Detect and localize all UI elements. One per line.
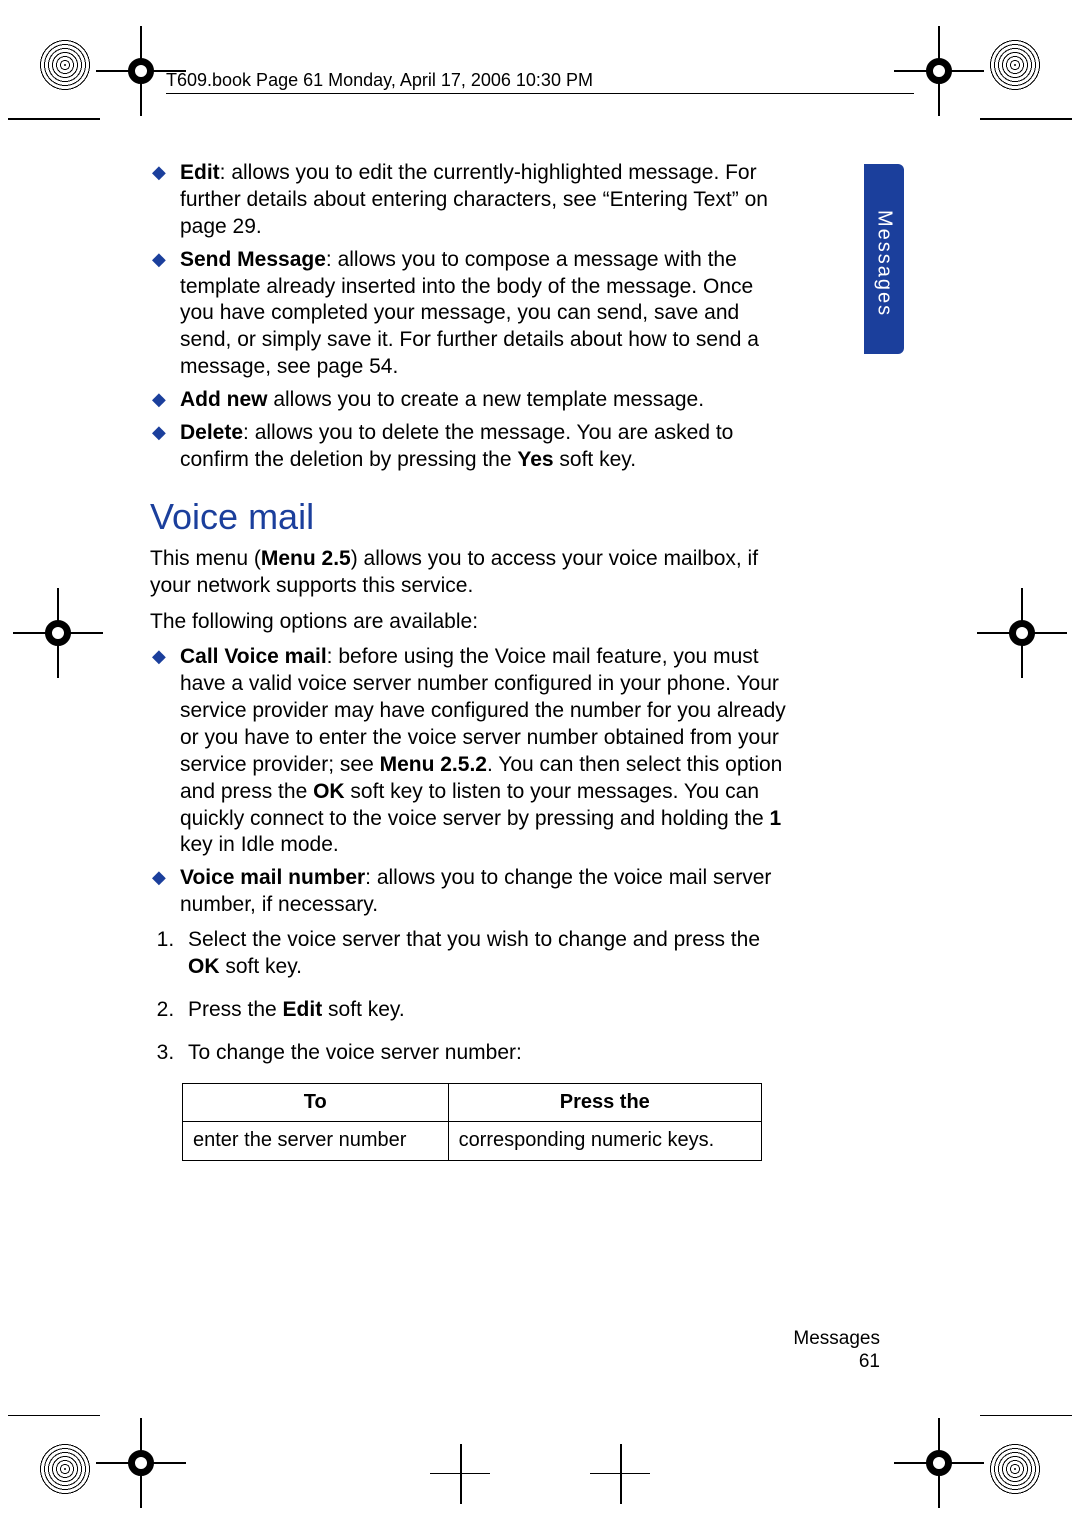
registration-swirl-icon [38, 1442, 92, 1496]
procedure-steps: Select the voice server that you wish to… [150, 927, 790, 1067]
step-item: To change the voice server number: [180, 1040, 790, 1067]
page-body: Edit: allows you to edit the currently-h… [150, 160, 790, 1161]
registration-mark-icon [926, 58, 952, 84]
instruction-table: To Press the enter the server number cor… [182, 1083, 762, 1161]
registration-mark-icon [1009, 620, 1035, 646]
softkey-name: Yes [517, 448, 553, 471]
menu-ref: Menu 2.5 [261, 547, 351, 570]
registration-mark-icon [128, 58, 154, 84]
list-item: Edit: allows you to edit the currently-h… [150, 160, 790, 241]
option-label: Call Voice mail [180, 645, 327, 668]
option-text: soft key. [554, 448, 636, 471]
option-text: : allows you to edit the currently-highl… [180, 161, 768, 238]
section-intro: This menu (Menu 2.5) allows you to acces… [150, 546, 790, 600]
voicemail-options-list: Call Voice mail: before using the Voice … [150, 644, 790, 919]
softkey-name: OK [188, 955, 220, 978]
option-label: Edit [180, 161, 220, 184]
softkey-name: Edit [283, 998, 323, 1021]
step-text: soft key. [220, 955, 302, 978]
step-item: Select the voice server that you wish to… [180, 927, 790, 981]
registration-swirl-icon [988, 38, 1042, 92]
softkey-name: OK [313, 780, 345, 803]
option-label: Add new [180, 388, 268, 411]
option-text: : allows you to delete the message. You … [180, 421, 733, 471]
crop-line [980, 118, 1072, 120]
table-cell: enter the server number [183, 1122, 449, 1161]
step-text: Select the voice server that you wish to… [188, 928, 760, 951]
crop-line [8, 118, 100, 120]
section-tab: Messages [864, 164, 904, 354]
section-tab-label: Messages [873, 210, 896, 317]
option-label: Voice mail number [180, 866, 365, 889]
registration-swirl-icon [38, 38, 92, 92]
registration-mark-icon [926, 1450, 952, 1476]
crop-line [8, 1415, 100, 1417]
registration-swirl-icon [988, 1442, 1042, 1496]
crop-line [980, 1415, 1072, 1417]
options-intro: The following options are available: [150, 609, 790, 636]
option-label: Delete [180, 421, 243, 444]
table-header-cell: Press the [448, 1083, 761, 1122]
step-text: soft key. [322, 998, 404, 1021]
page-number: 61 [793, 1351, 880, 1374]
table-row: enter the server number corresponding nu… [183, 1122, 762, 1161]
option-label: Send Message [180, 248, 326, 271]
list-item: Add new allows you to create a new templ… [150, 387, 790, 414]
table-header-row: To Press the [183, 1083, 762, 1122]
crop-line [620, 1444, 622, 1504]
menu-ref: Menu 2.5.2 [380, 753, 487, 776]
list-item: Delete: allows you to delete the message… [150, 420, 790, 474]
section-heading: Voice mail [150, 494, 790, 540]
registration-mark-icon [128, 1450, 154, 1476]
option-text: key in Idle mode. [180, 833, 339, 856]
table-header-cell: To [183, 1083, 449, 1122]
crop-line [460, 1444, 462, 1504]
option-text: allows you to create a new template mess… [268, 388, 705, 411]
registration-mark-icon [45, 620, 71, 646]
footer-section-label: Messages [793, 1328, 880, 1351]
list-item: Send Message: allows you to compose a me… [150, 247, 790, 381]
list-item: Voice mail number: allows you to change … [150, 865, 790, 919]
step-text: To change the voice server number: [188, 1041, 522, 1064]
list-item: Call Voice mail: before using the Voice … [150, 644, 790, 859]
table-cell: corresponding numeric keys. [448, 1122, 761, 1161]
step-item: Press the Edit soft key. [180, 997, 790, 1024]
running-header: T609.book Page 61 Monday, April 17, 2006… [166, 70, 914, 94]
step-text: Press the [188, 998, 283, 1021]
template-options-list: Edit: allows you to edit the currently-h… [150, 160, 790, 474]
page-footer: Messages 61 [793, 1328, 880, 1374]
key-name: 1 [770, 807, 782, 830]
intro-text: This menu ( [150, 547, 261, 570]
